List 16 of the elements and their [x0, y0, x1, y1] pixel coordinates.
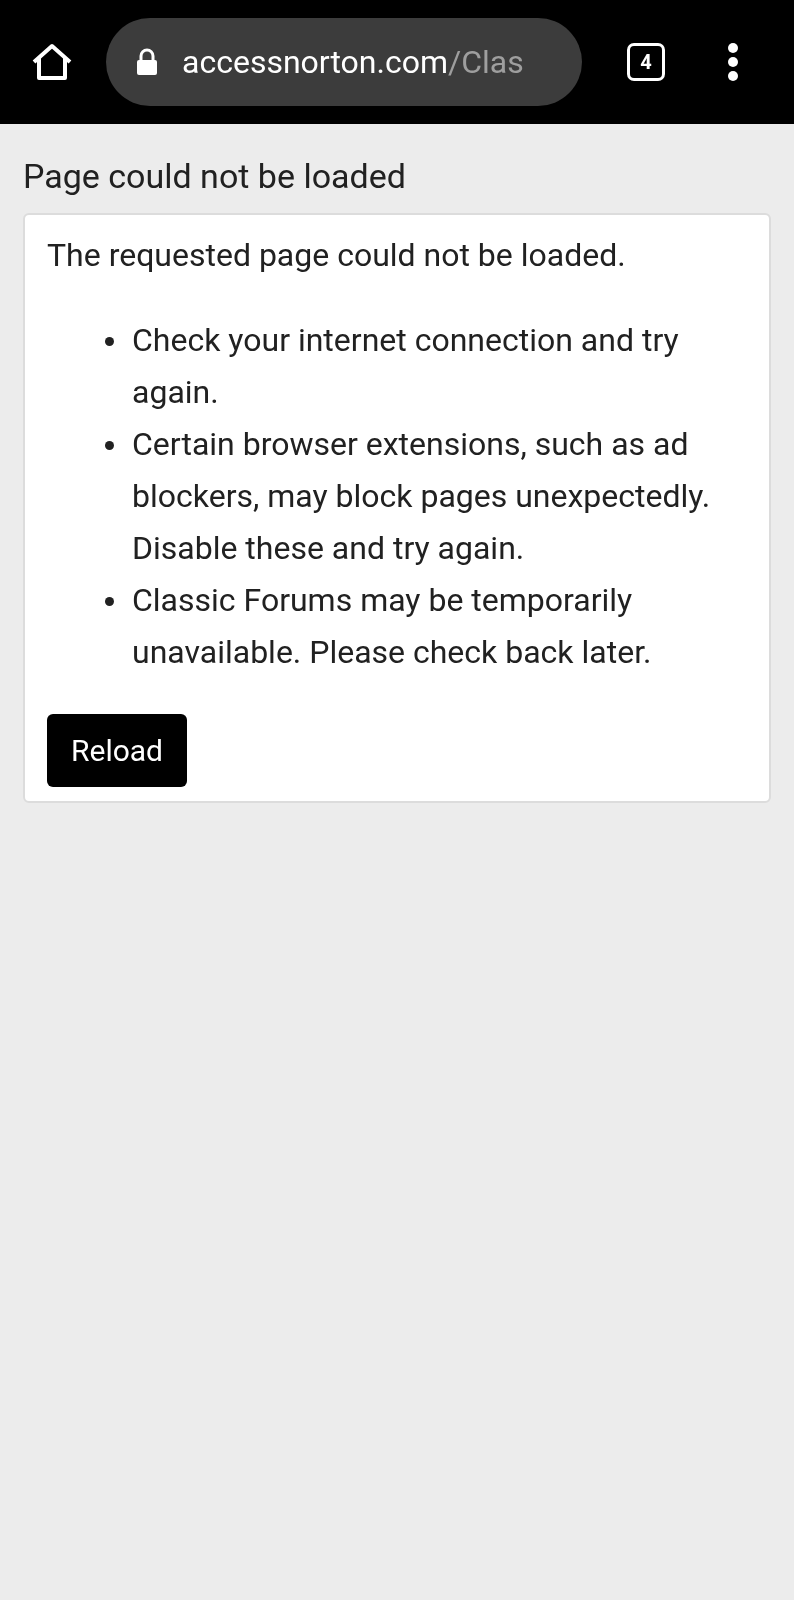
menu-icon[interactable]	[727, 42, 739, 82]
url-host: accessnorton.com	[182, 42, 449, 83]
tip-text: Classic Forums may be temporarily unavailable. Please check back later.	[132, 580, 653, 673]
bullet-icon	[105, 441, 114, 450]
tip-text: Check your internet connection and try again.	[132, 320, 680, 413]
bullet-icon	[105, 337, 114, 346]
lock-icon	[136, 48, 158, 76]
reload-button[interactable]: Reload	[47, 714, 188, 787]
url-path: /Clas	[448, 42, 524, 83]
tip-text: Certain browser extensions, such as ad blockers, may block pages unexpectedly. Disable these and try again.	[132, 424, 712, 569]
bullet-icon	[105, 597, 114, 606]
home-icon[interactable]	[30, 42, 74, 82]
address-bar[interactable]: accessnorton.com/Clas	[106, 18, 582, 106]
error-message: The requested page could not be loaded.	[47, 235, 627, 276]
tab-count-button[interactable]: 4	[627, 43, 665, 81]
page-title: Page could not be loaded	[23, 155, 407, 198]
